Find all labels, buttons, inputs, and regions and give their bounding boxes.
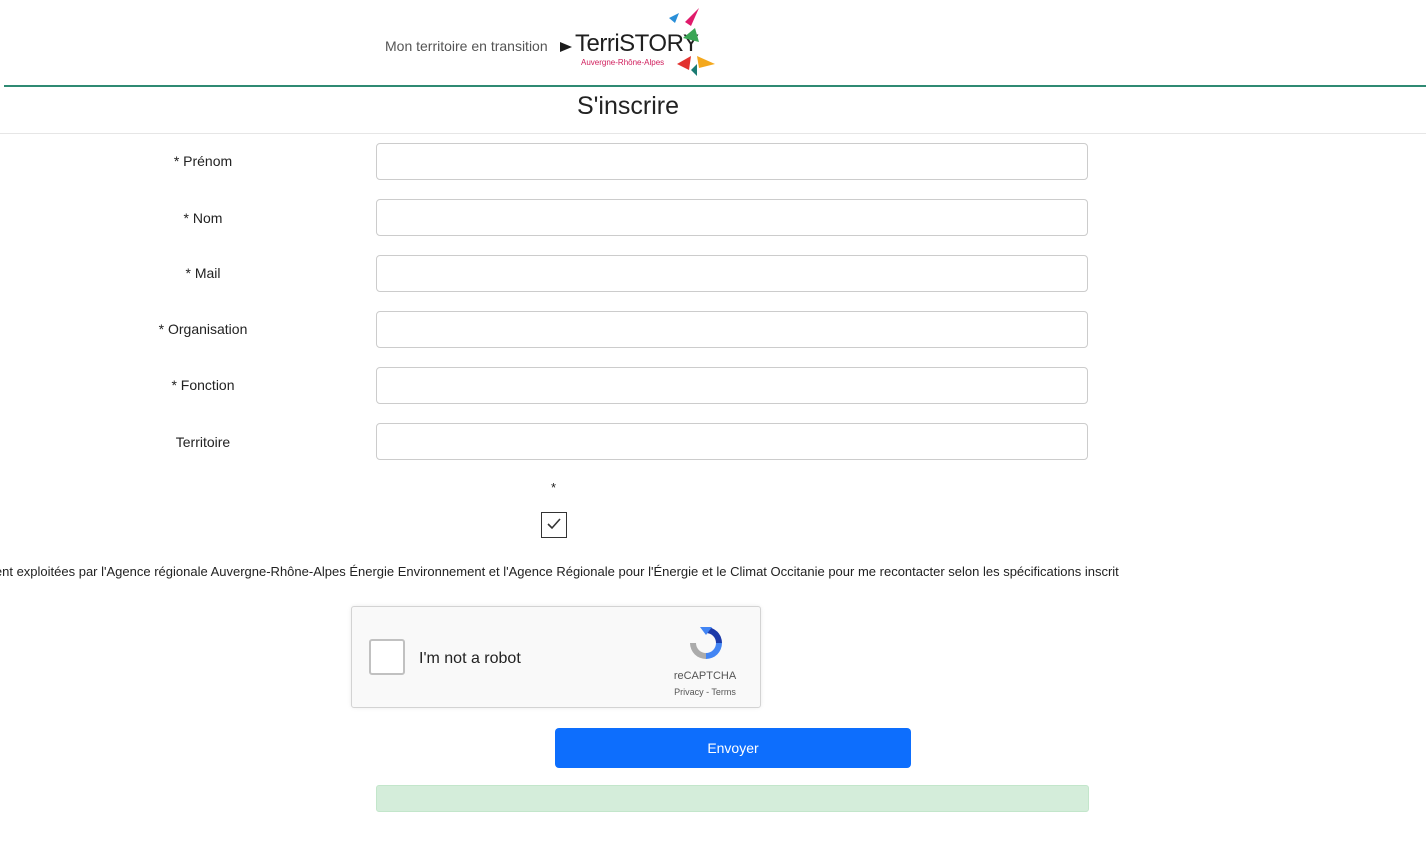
firstname-input[interactable] bbox=[376, 143, 1088, 180]
logo-arrow-icon bbox=[560, 42, 572, 52]
recaptcha-label: I'm not a robot bbox=[419, 650, 521, 667]
page-title: S'inscrire bbox=[576, 92, 679, 120]
recaptcha-widget: I'm not a robot reCAPTCHA Privacy - Term… bbox=[351, 606, 761, 708]
logo-triangles-icon bbox=[669, 8, 715, 76]
email-input[interactable] bbox=[376, 255, 1088, 292]
organisation-label: * Organisation bbox=[158, 321, 248, 337]
function-input[interactable] bbox=[376, 367, 1088, 404]
header-divider bbox=[4, 85, 1426, 87]
function-label: * Fonction bbox=[171, 377, 235, 393]
recaptcha-brand: reCAPTCHA bbox=[673, 670, 737, 682]
territory-input[interactable] bbox=[376, 423, 1088, 460]
firstname-label: * Prénom bbox=[173, 153, 233, 169]
consent-text: ient exploitées par l'Agence régionale A… bbox=[0, 564, 1119, 579]
submit-button[interactable]: Envoyer bbox=[555, 728, 911, 768]
title-divider bbox=[0, 133, 1426, 134]
status-alert bbox=[376, 785, 1089, 812]
consent-required-marker: * bbox=[551, 480, 557, 495]
territory-label: Territoire bbox=[175, 434, 231, 450]
territory-logo[interactable]: Mon territoire en transition TerriSTORY … bbox=[385, 8, 725, 78]
email-label: * Mail bbox=[185, 265, 221, 281]
recaptcha-checkbox[interactable] bbox=[369, 639, 405, 675]
tagline: Mon territoire en transition bbox=[385, 38, 548, 54]
header: Mon territoire en transition TerriSTORY … bbox=[0, 0, 1426, 87]
brand-subtitle: Auvergne-Rhône-Alpes bbox=[581, 58, 665, 67]
organisation-input[interactable] bbox=[376, 311, 1088, 348]
recaptcha-logo-icon bbox=[690, 627, 722, 659]
consent-checkbox[interactable] bbox=[541, 512, 567, 538]
lastname-input[interactable] bbox=[376, 199, 1088, 236]
checkmark-icon bbox=[547, 518, 561, 530]
lastname-label: * Nom bbox=[183, 210, 223, 226]
recaptcha-links[interactable]: Privacy - Terms bbox=[652, 687, 758, 697]
